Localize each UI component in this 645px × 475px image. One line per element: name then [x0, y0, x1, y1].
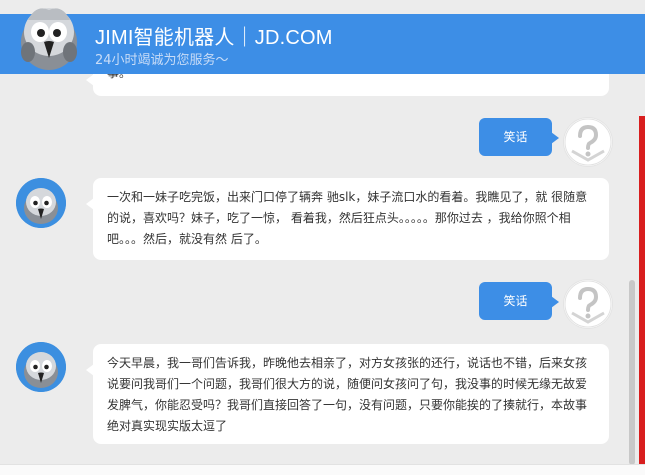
- chat-header: JIMI智能机器人｜JD.COM 24小时竭诚为您服务～: [0, 8, 645, 74]
- side-accent-bar: [639, 116, 645, 464]
- user-message-text: 笑话: [503, 294, 528, 308]
- user-message: 笑话: [479, 282, 559, 320]
- chat-message-list[interactable]: 事。 笑话 一次和一妹子吃完饭，出来门口停了辆奔 驰slk，妹子流口水的看着。我…: [0, 74, 645, 464]
- bot-message: 今天早晨，我一哥们告诉我，昨晚他去相亲了，对方女孩张的还行，说话也不错，后来女孩…: [86, 344, 609, 444]
- bot-message: 一次和一妹子吃完饭，出来门口停了辆奔 驰slk，妹子流口水的看着。我瞧见了，就 …: [86, 178, 609, 260]
- bot-message-text: 今天早晨，我一哥们告诉我，昨晚他去相亲了，对方女孩张的还行，说话也不错，后来女孩…: [107, 356, 588, 433]
- user-avatar-question-mark-icon: [564, 280, 612, 328]
- jimi-robot-logo-icon: [21, 8, 77, 70]
- bot-avatar-parrot-icon: [16, 178, 66, 228]
- input-area-edge: [0, 464, 645, 475]
- bot-message: 事。: [86, 74, 609, 96]
- user-avatar-question-mark-icon: [564, 118, 612, 166]
- scrollbar-thumb[interactable]: [629, 280, 635, 465]
- user-message: 笑话: [479, 118, 559, 156]
- bot-avatar-parrot-icon: [16, 342, 66, 392]
- bot-message-text: 一次和一妹子吃完饭，出来门口停了辆奔 驰slk，妹子流口水的看着。我瞧见了，就 …: [107, 190, 588, 246]
- bot-message-text: 事。: [107, 74, 131, 80]
- header-title: JIMI智能机器人｜JD.COM: [95, 27, 333, 49]
- user-message-text: 笑话: [503, 130, 528, 144]
- header-subtitle: 24小时竭诚为您服务～: [95, 53, 229, 68]
